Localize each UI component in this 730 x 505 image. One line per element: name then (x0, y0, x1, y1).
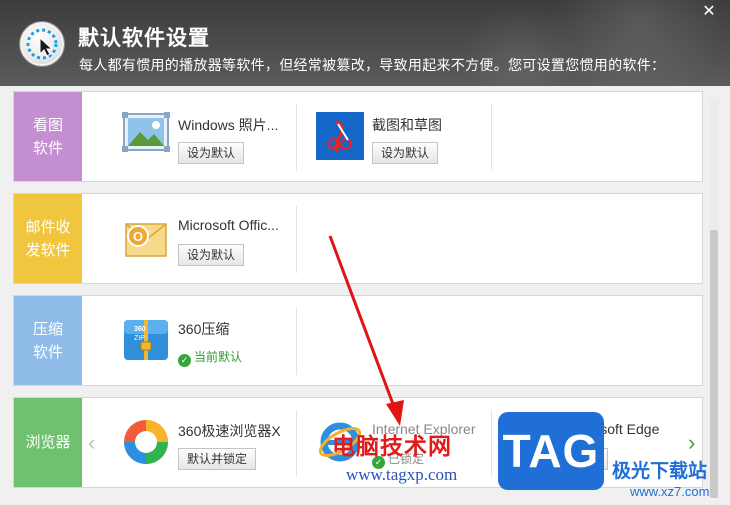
dialog-subtitle: 每人都有惯用的播放器等软件，但经常被篡改，导致用起来不方便。您可设置您惯用的软件… (79, 57, 666, 73)
app-name: 截图和草图 (372, 117, 442, 133)
watermark-site-name: 极光下载站 (612, 461, 708, 482)
360zip-icon: 360 ZIP (122, 316, 170, 369)
app-slot-360zip[interactable]: 360 ZIP 360压缩 ✓ 当前默认 (82, 296, 296, 385)
close-button[interactable]: ✕ (700, 3, 718, 21)
tag-logo: TAG (498, 412, 604, 490)
scrollbar-thumb[interactable] (710, 230, 718, 498)
windows-photos-icon (122, 112, 170, 157)
watermark-site-url: www.xz7.com (630, 484, 710, 499)
app-slot-microsoft-office[interactable]: O Microsoft Offic... 设为默认 (82, 194, 296, 283)
check-icon: ✓ (178, 354, 191, 367)
category-label-browser: 浏览器 (14, 398, 82, 487)
category-card-compression: 压缩软件 360 ZIP 360压缩 ✓ 当前默认 (13, 295, 703, 386)
snip-sketch-icon (316, 112, 364, 165)
category-card-email: 邮件收发软件 O Microsoft Offic... 设为默认 (13, 193, 703, 284)
next-arrow-icon[interactable]: › (688, 430, 695, 456)
app-slot-snip-sketch[interactable]: 截图和草图 设为默认 (276, 92, 490, 181)
watermark-text: 电脑技术网 (332, 434, 452, 459)
set-default-button[interactable]: 设为默认 (372, 142, 439, 164)
dialog-header: 默认软件设置 每人都有惯用的播放器等软件，但经常被篡改，导致用起来不方便。您可设… (0, 0, 730, 86)
slot-divider (296, 206, 297, 273)
set-default-and-lock-button[interactable]: 默认并锁定 (178, 448, 257, 470)
svg-text:ZIP: ZIP (134, 335, 145, 342)
svg-text:O: O (133, 229, 143, 244)
category-label-email: 邮件收发软件 (14, 194, 82, 283)
category-label-compression: 压缩软件 (14, 296, 82, 385)
slot-divider (491, 104, 492, 171)
category-label-image-viewer: 看图软件 (14, 92, 82, 181)
slot-divider (296, 308, 297, 375)
set-default-button[interactable]: 设为默认 (178, 142, 245, 164)
current-default-status: ✓ 当前默认 (178, 348, 242, 367)
category-card-image-viewer: 看图软件 Windows 照片... 设为默认 截图和草图 设为默认 (13, 91, 703, 182)
outlook-icon: O (122, 214, 170, 265)
app-name: Windows 照片... (178, 117, 279, 133)
360-browser-icon (122, 418, 170, 471)
set-default-button[interactable]: 设为默认 (178, 244, 245, 266)
app-name: 360极速浏览器X (178, 423, 281, 439)
app-slot-360-browser[interactable]: 360极速浏览器X 默认并锁定 (82, 398, 296, 487)
svg-text:360: 360 (134, 326, 146, 333)
app-slot-windows-photos[interactable]: Windows 照片... 设为默认 (82, 92, 296, 181)
default-software-logo-icon (20, 22, 64, 66)
dialog-title: 默认软件设置 (78, 27, 210, 50)
app-name: Microsoft Offic... (178, 217, 279, 233)
watermark-url: www.tagxp.com (346, 465, 458, 484)
app-name: 360压缩 (178, 321, 230, 337)
